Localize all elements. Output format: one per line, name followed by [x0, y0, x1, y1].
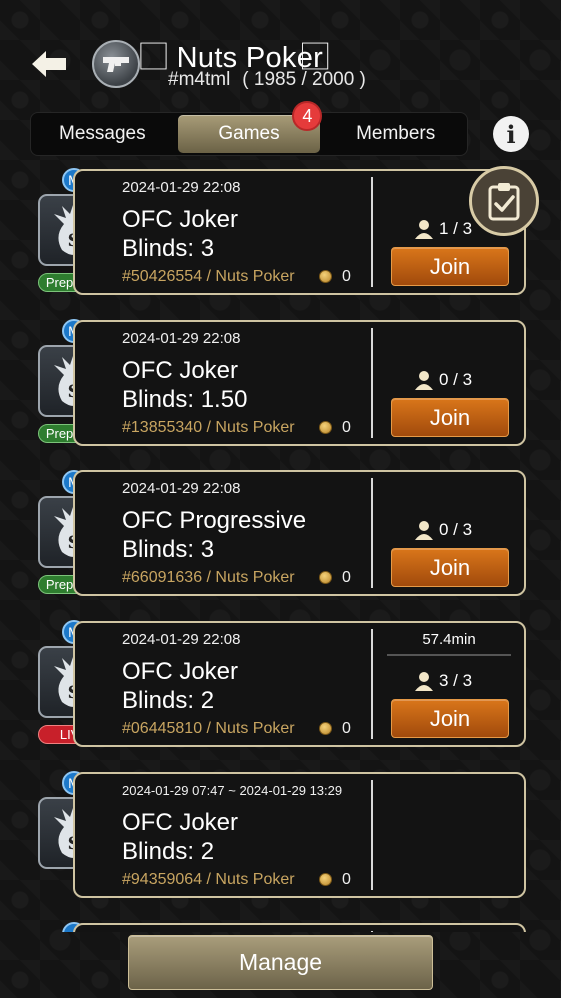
game-blinds: Blinds: 1.50	[122, 386, 248, 413]
coin-value: 0	[342, 569, 351, 586]
coin-icon	[319, 873, 332, 886]
game-datetime: 2024-01-29 22:08	[122, 330, 241, 347]
divider	[371, 931, 373, 932]
game-card[interactable]: 2024-01-29 22:08 OFC Progressive Blinds:…	[73, 470, 526, 596]
club-logo-icon[interactable]	[92, 40, 140, 88]
game-name: OFC Joker	[122, 809, 239, 836]
game-card[interactable]: 2024-01-29 07:47 ~ 2024-01-29 13:29 OFC …	[73, 772, 526, 898]
tab-games[interactable]: Games 4	[177, 101, 323, 153]
player-count: 1 / 3	[415, 219, 472, 239]
member-count: ( 1985 / 2000 )	[242, 69, 366, 90]
coin-value: 0	[342, 871, 351, 888]
person-icon	[415, 371, 433, 390]
player-count-value: 0 / 3	[439, 370, 473, 389]
table-id: #66091636 / Nuts Poker	[122, 569, 295, 586]
game-blinds: Blinds: 3	[122, 235, 215, 262]
game-datetime: 2024-01-29 22:08	[122, 179, 241, 196]
divider	[371, 629, 373, 739]
coin-icon	[319, 571, 332, 584]
game-card[interactable]: 2024-01-29 22:08 OFC Joker Blinds: 1.50 …	[73, 320, 526, 446]
coin-value: 0	[342, 419, 351, 436]
person-icon	[415, 521, 433, 540]
table-id: #50426554 / Nuts Poker	[122, 268, 295, 285]
info-icon[interactable]: i	[493, 116, 529, 152]
coin-icon	[319, 270, 332, 283]
game-name: OFC Joker	[122, 658, 239, 685]
tab-messages-label: Messages	[59, 123, 146, 144]
coin-value: 0	[342, 720, 351, 737]
manage-button[interactable]: Manage	[128, 935, 433, 990]
player-count: 0 / 3	[415, 370, 472, 390]
table-id: #94359064 / Nuts Poker	[122, 871, 295, 888]
player-count: 3 / 3	[415, 671, 472, 691]
player-count: 0 / 3	[415, 520, 472, 540]
game-name: OFC Joker	[122, 357, 239, 384]
game-datetime: 2024-01-29 22:08	[122, 631, 241, 648]
divider	[371, 177, 373, 287]
person-icon	[415, 220, 433, 239]
game-datetime: 2024-01-29 22:08	[122, 480, 241, 497]
game-name: OFC Joker	[122, 206, 239, 233]
game-datetime: 2024-01-29 07:47 ~ 2024-01-29 13:29	[122, 783, 343, 798]
divider	[371, 478, 373, 588]
game-name: OFC Progressive	[122, 507, 307, 534]
game-blinds: Blinds: 3	[122, 536, 215, 563]
divider	[371, 328, 373, 438]
club-info: #m4tml ( 1985 / 2000 )	[168, 69, 366, 91]
club-id: #m4tml	[168, 69, 231, 90]
join-button[interactable]: Join	[391, 699, 509, 738]
tab-bar: Messages Games 4 Members	[30, 101, 468, 156]
game-card[interactable]: 2024-01-29 22:08 OFC Joker Blinds: 3 #50…	[73, 169, 526, 295]
games-count-badge: 4	[292, 101, 323, 131]
duration-divider	[387, 654, 511, 656]
game-blinds: Blinds: 2	[122, 838, 215, 865]
join-button[interactable]: Join	[391, 398, 509, 437]
game-blinds: Blinds: 2	[122, 687, 215, 714]
game-duration: 57.4min	[422, 631, 476, 648]
person-icon	[415, 672, 433, 691]
player-count-value: 3 / 3	[439, 671, 473, 690]
game-list: M $ Preparing 2024-01-29 22:08 OFC Joker…	[0, 168, 561, 932]
tab-members[interactable]: Members	[324, 115, 467, 153]
game-card[interactable]	[73, 923, 526, 932]
join-button[interactable]: Join	[391, 247, 509, 286]
player-count-value: 1 / 3	[439, 219, 473, 238]
table-id: #13855340 / Nuts Poker	[122, 419, 295, 436]
clipboard-check-icon[interactable]	[469, 166, 539, 236]
tab-members-label: Members	[356, 123, 436, 144]
coin-icon	[319, 722, 332, 735]
coin-value: 0	[342, 268, 351, 285]
header: ⃞ Nuts Poker ⃞ #m4tml( 1985 / 2000 )	[0, 0, 561, 108]
back-arrow-icon[interactable]	[30, 48, 70, 80]
join-button[interactable]: Join	[391, 548, 509, 587]
player-count-value: 0 / 3	[439, 520, 473, 539]
divider	[371, 780, 373, 890]
tab-messages[interactable]: Messages	[31, 115, 174, 153]
game-card[interactable]: 2024-01-29 22:08 OFC Joker Blinds: 2 #06…	[73, 621, 526, 747]
table-id: #06445810 / Nuts Poker	[122, 720, 295, 737]
tab-games-label: Games	[218, 123, 280, 144]
coin-icon	[319, 421, 332, 434]
